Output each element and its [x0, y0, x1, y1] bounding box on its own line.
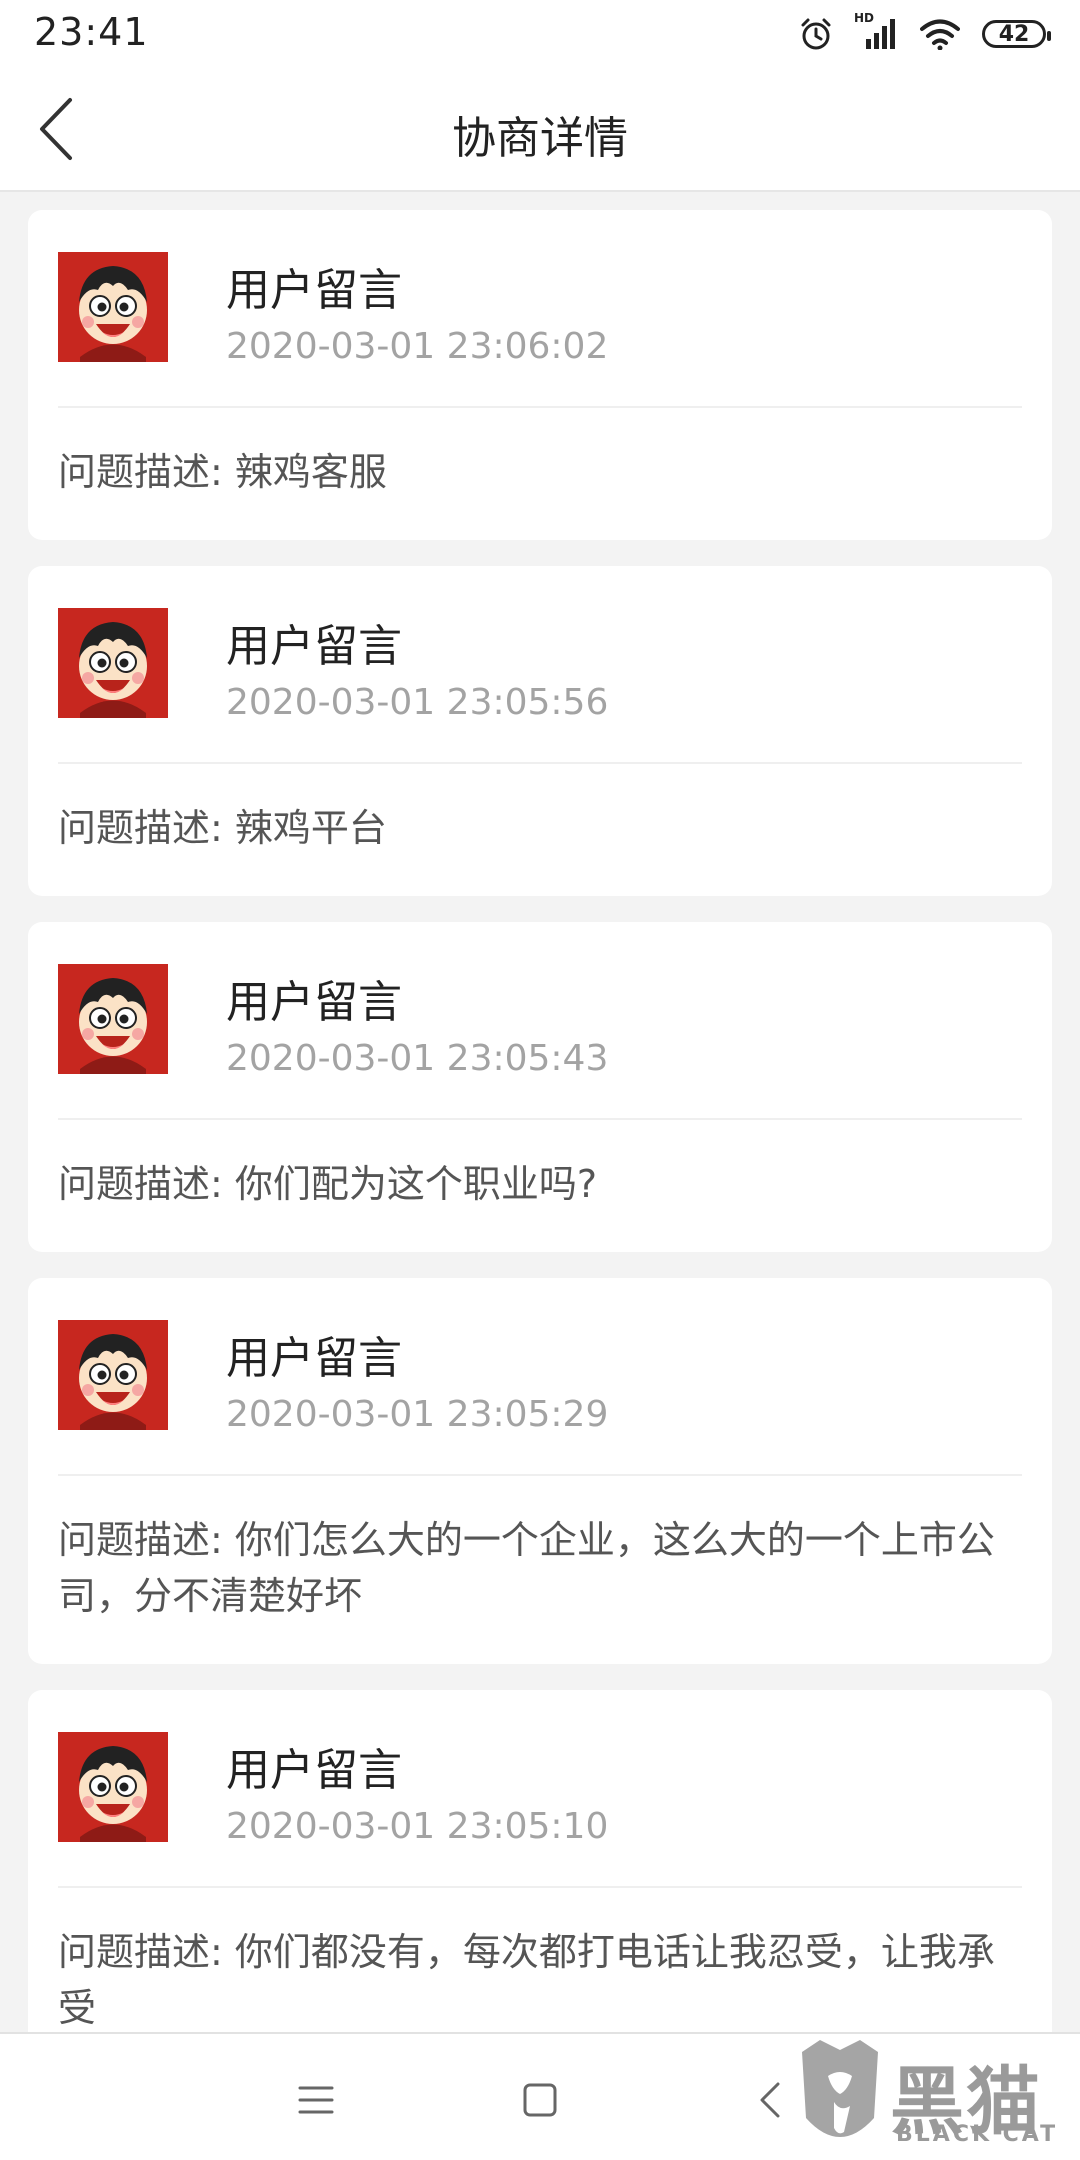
status-time: 23:41 — [34, 10, 149, 54]
message-card: 用户留言 2020-03-01 23:05:56 问题描述: 辣鸡平台 — [28, 566, 1052, 896]
home-button[interactable] — [510, 2070, 570, 2130]
message-card: 用户留言 2020-03-01 23:05:10 问题描述: 你们都没有，每次都… — [28, 1690, 1052, 2076]
message-header: 用户留言 2020-03-01 23:05:10 — [58, 1690, 1022, 1888]
message-header: 用户留言 2020-03-01 23:06:02 — [58, 210, 1022, 408]
black-cat-logo-icon — [802, 2040, 878, 2137]
message-sender: 用户留言 — [226, 977, 402, 1028]
mascot-avatar-icon — [58, 608, 168, 718]
status-icons: HD 42 — [798, 11, 1051, 54]
message-header: 用户留言 2020-03-01 23:05:43 — [58, 922, 1022, 1120]
message-sender: 用户留言 — [226, 1745, 402, 1796]
network-type: HD — [854, 11, 875, 25]
message-time: 2020-03-01 23:06:02 — [226, 326, 609, 367]
message-card: 用户留言 2020-03-01 23:05:29 问题描述: 你们怎么大的一个企… — [28, 1278, 1052, 1664]
mascot-avatar-icon — [58, 1320, 168, 1430]
message-content: 问题描述: 辣鸡客服 — [58, 450, 387, 494]
avatar — [58, 1732, 168, 1842]
battery-indicator: 42 — [982, 20, 1051, 48]
signal-icon: HD — [854, 11, 898, 51]
mascot-avatar-icon — [58, 1732, 168, 1842]
page-title: 协商详情 — [452, 113, 628, 164]
menu-button[interactable] — [286, 2070, 346, 2130]
message-card: 用户留言 2020-03-01 23:06:02 问题描述: 辣鸡客服 — [28, 210, 1052, 540]
message-sender: 用户留言 — [226, 265, 402, 316]
message-header: 用户留言 2020-03-01 23:05:56 — [58, 566, 1022, 764]
status-bar: 23:41 HD 42 — [0, 0, 1080, 66]
avatar — [58, 964, 168, 1074]
message-time: 2020-03-01 23:05:43 — [226, 1038, 609, 1079]
message-time: 2020-03-01 23:05:29 — [226, 1394, 609, 1435]
message-time: 2020-03-01 23:05:10 — [226, 1806, 609, 1847]
wifi-icon — [920, 19, 960, 50]
watermark: 黑猫 BLACK CAT — [790, 2032, 1080, 2160]
avatar — [58, 608, 168, 718]
avatar — [58, 252, 168, 362]
menu-icon — [298, 2086, 334, 2114]
message-card: 用户留言 2020-03-01 23:05:43 问题描述: 你们配为这个职业吗… — [28, 922, 1052, 1252]
alarm-clock-icon — [801, 18, 831, 50]
system-nav-bar: 黑猫 BLACK CAT — [0, 2032, 1080, 2160]
watermark-subtitle: BLACK CAT — [896, 2122, 1059, 2147]
mascot-avatar-icon — [58, 252, 168, 362]
mascot-avatar-icon — [58, 964, 168, 1074]
message-header: 用户留言 2020-03-01 23:05:29 — [58, 1278, 1022, 1476]
message-time: 2020-03-01 23:05:56 — [226, 682, 609, 723]
message-content: 问题描述: 你们配为这个职业吗? — [58, 1162, 598, 1206]
message-content: 问题描述: 你们怎么大的一个企业，这么大的一个上市公司，分不清楚好坏 — [58, 1518, 995, 1618]
battery-level: 42 — [998, 21, 1030, 47]
avatar — [58, 1320, 168, 1430]
message-content: 问题描述: 辣鸡平台 — [58, 806, 387, 850]
home-icon — [523, 2083, 557, 2117]
message-list: 用户留言 2020-03-01 23:06:02 问题描述: 辣鸡客服 用户留言… — [28, 210, 1052, 2102]
message-sender: 用户留言 — [226, 621, 402, 672]
nav-bar: 协商详情 — [0, 66, 1080, 192]
message-sender: 用户留言 — [226, 1333, 402, 1384]
